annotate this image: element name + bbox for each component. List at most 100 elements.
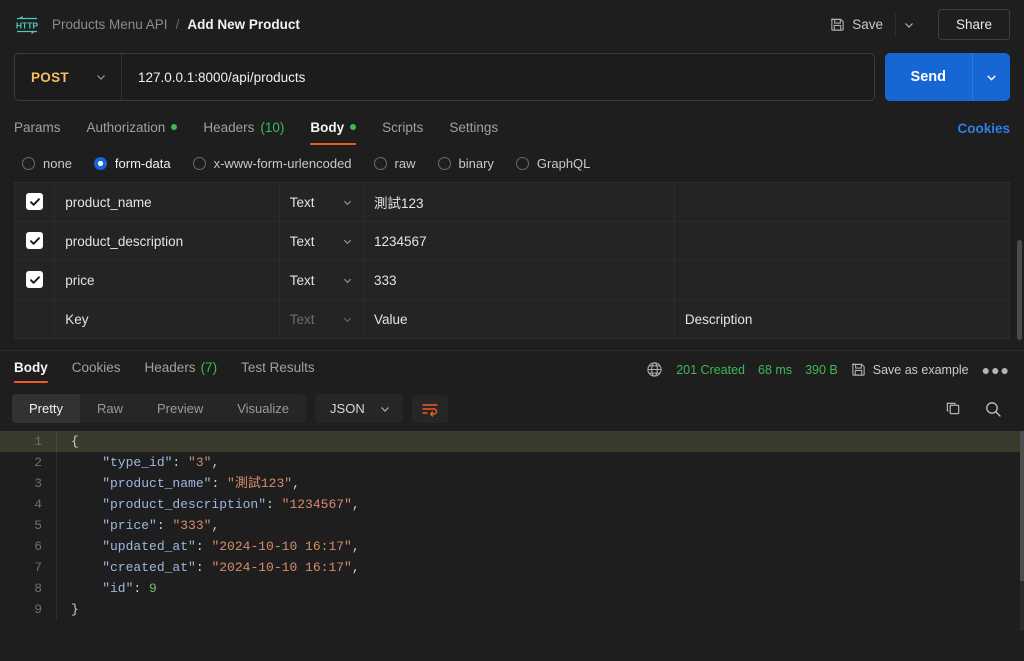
table-row[interactable]: product_description Text 1234567 xyxy=(0,222,1010,261)
chevron-down-icon xyxy=(95,71,107,83)
save-as-example-button[interactable]: Save as example xyxy=(851,362,969,377)
row-type-cell[interactable]: Text xyxy=(279,222,363,261)
tab-scripts[interactable]: Scripts xyxy=(382,111,423,145)
row-type-cell[interactable]: Text xyxy=(279,183,363,222)
tab-body[interactable]: Body xyxy=(310,111,356,145)
app-header: HTTP Products Menu API / Add New Product… xyxy=(0,0,1024,49)
url-input[interactable] xyxy=(122,54,874,100)
status-badge: 201 Created xyxy=(676,363,745,377)
response-toolbar-right xyxy=(945,400,1010,418)
send-button[interactable]: Send xyxy=(885,53,972,101)
share-button[interactable]: Share xyxy=(938,9,1010,40)
row-value[interactable]: 1234567 xyxy=(364,222,675,261)
tab-settings[interactable]: Settings xyxy=(449,111,498,145)
row-description[interactable] xyxy=(674,183,1009,222)
line-content: "product_description": "1234567", xyxy=(56,494,1024,515)
body-type-none[interactable]: none xyxy=(22,156,72,171)
radio-label: none xyxy=(43,156,72,171)
row-description[interactable] xyxy=(674,222,1009,261)
tab-label: Scripts xyxy=(382,120,423,135)
format-label: JSON xyxy=(330,401,365,416)
table-row[interactable]: product_name Text 測試123 xyxy=(0,183,1010,222)
table-row-empty[interactable]: Key Text Value Description xyxy=(0,300,1010,339)
line-number: 2 xyxy=(0,452,56,473)
view-mode-pretty[interactable]: Pretty xyxy=(12,394,80,423)
row-description[interactable] xyxy=(674,261,1009,300)
send-group: Send xyxy=(885,53,1010,101)
response-view-modes: Pretty Raw Preview Visualize xyxy=(12,394,306,423)
tab-headers[interactable]: Headers (10) xyxy=(203,111,284,145)
new-row-value-input[interactable]: Value xyxy=(364,300,675,339)
table-row[interactable]: price Text 333 xyxy=(0,261,1010,300)
copy-icon[interactable] xyxy=(945,400,962,417)
send-options-caret[interactable] xyxy=(972,53,1010,101)
new-row-description-input[interactable]: Description xyxy=(674,300,1009,339)
save-button[interactable]: Save xyxy=(821,11,892,38)
save-group: Save xyxy=(821,11,924,38)
response-tab-body[interactable]: Body xyxy=(14,351,48,389)
body-type-radio-group: none form-data x-www-form-urlencoded raw… xyxy=(0,145,1024,182)
table-scrollbar[interactable] xyxy=(1017,240,1022,340)
row-checkbox[interactable] xyxy=(26,193,43,210)
chevron-down-icon xyxy=(342,236,353,247)
body-type-raw[interactable]: raw xyxy=(374,156,416,171)
cookies-link[interactable]: Cookies xyxy=(957,121,1010,136)
radio-icon xyxy=(374,157,387,170)
tab-authorization[interactable]: Authorization xyxy=(87,111,178,145)
row-checkbox[interactable] xyxy=(26,232,43,249)
response-meta: 201 Created 68 ms 390 B Save as example … xyxy=(646,361,1010,378)
view-mode-visualize[interactable]: Visualize xyxy=(220,394,306,423)
response-format-select[interactable]: JSON xyxy=(315,394,403,423)
new-row-type: Text xyxy=(290,312,315,327)
code-scrollbar[interactable] xyxy=(1020,431,1024,631)
method-label: POST xyxy=(31,70,69,85)
row-key[interactable]: product_description xyxy=(55,222,279,261)
body-type-graphql[interactable]: GraphQL xyxy=(516,156,590,171)
line-number: 8 xyxy=(0,578,56,599)
line-number: 7 xyxy=(0,557,56,578)
more-horizontal-icon[interactable]: ●●● xyxy=(982,362,1010,378)
response-body-code[interactable]: 1 { 2 "type_id": "3", 3 "product_name": … xyxy=(0,431,1024,631)
line-number: 9 xyxy=(0,599,56,620)
line-content: "created_at": "2024-10-10 16:17", xyxy=(56,557,1024,578)
view-mode-preview[interactable]: Preview xyxy=(140,394,220,423)
row-drag-handle[interactable] xyxy=(0,222,15,261)
line-number: 4 xyxy=(0,494,56,515)
row-drag-handle[interactable] xyxy=(0,261,15,300)
radio-icon xyxy=(193,157,206,170)
line-content: } xyxy=(56,599,1024,620)
http-icon: HTTP xyxy=(14,15,40,35)
radio-label: x-www-form-urlencoded xyxy=(214,156,352,171)
response-toolbar: Pretty Raw Preview Visualize JSON xyxy=(0,388,1024,431)
save-options-caret[interactable] xyxy=(895,13,924,37)
view-mode-raw[interactable]: Raw xyxy=(80,394,140,423)
row-drag-handle[interactable] xyxy=(0,183,15,222)
breadcrumb-parent[interactable]: Products Menu API xyxy=(52,17,168,32)
row-key[interactable]: product_name xyxy=(55,183,279,222)
tab-label: Headers xyxy=(145,360,196,375)
tab-label: Authorization xyxy=(87,120,166,135)
body-type-form-data[interactable]: form-data xyxy=(94,156,171,171)
response-tab-headers[interactable]: Headers (7) xyxy=(145,351,218,389)
globe-icon[interactable] xyxy=(646,361,663,378)
new-row-key-input[interactable]: Key xyxy=(55,300,279,339)
url-field: POST xyxy=(14,53,875,101)
row-value[interactable]: 333 xyxy=(364,261,675,300)
row-type-cell[interactable]: Text xyxy=(279,261,363,300)
word-wrap-icon[interactable] xyxy=(412,395,448,423)
response-tab-cookies[interactable]: Cookies xyxy=(72,351,121,389)
search-icon[interactable] xyxy=(984,400,1002,418)
line-number: 3 xyxy=(0,473,56,494)
body-type-urlencoded[interactable]: x-www-form-urlencoded xyxy=(193,156,352,171)
row-value[interactable]: 測試123 xyxy=(364,183,675,222)
tab-count: (7) xyxy=(201,360,218,375)
row-key[interactable]: price xyxy=(55,261,279,300)
row-checkbox[interactable] xyxy=(26,271,43,288)
tab-label: Body xyxy=(310,120,344,135)
new-row-type-cell[interactable]: Text xyxy=(279,300,363,339)
response-tab-test-results[interactable]: Test Results xyxy=(241,351,315,389)
code-line: 8 "id": 9 xyxy=(0,578,1024,599)
body-type-binary[interactable]: binary xyxy=(438,156,494,171)
http-method-select[interactable]: POST xyxy=(15,54,122,100)
tab-params[interactable]: Params xyxy=(14,111,61,145)
